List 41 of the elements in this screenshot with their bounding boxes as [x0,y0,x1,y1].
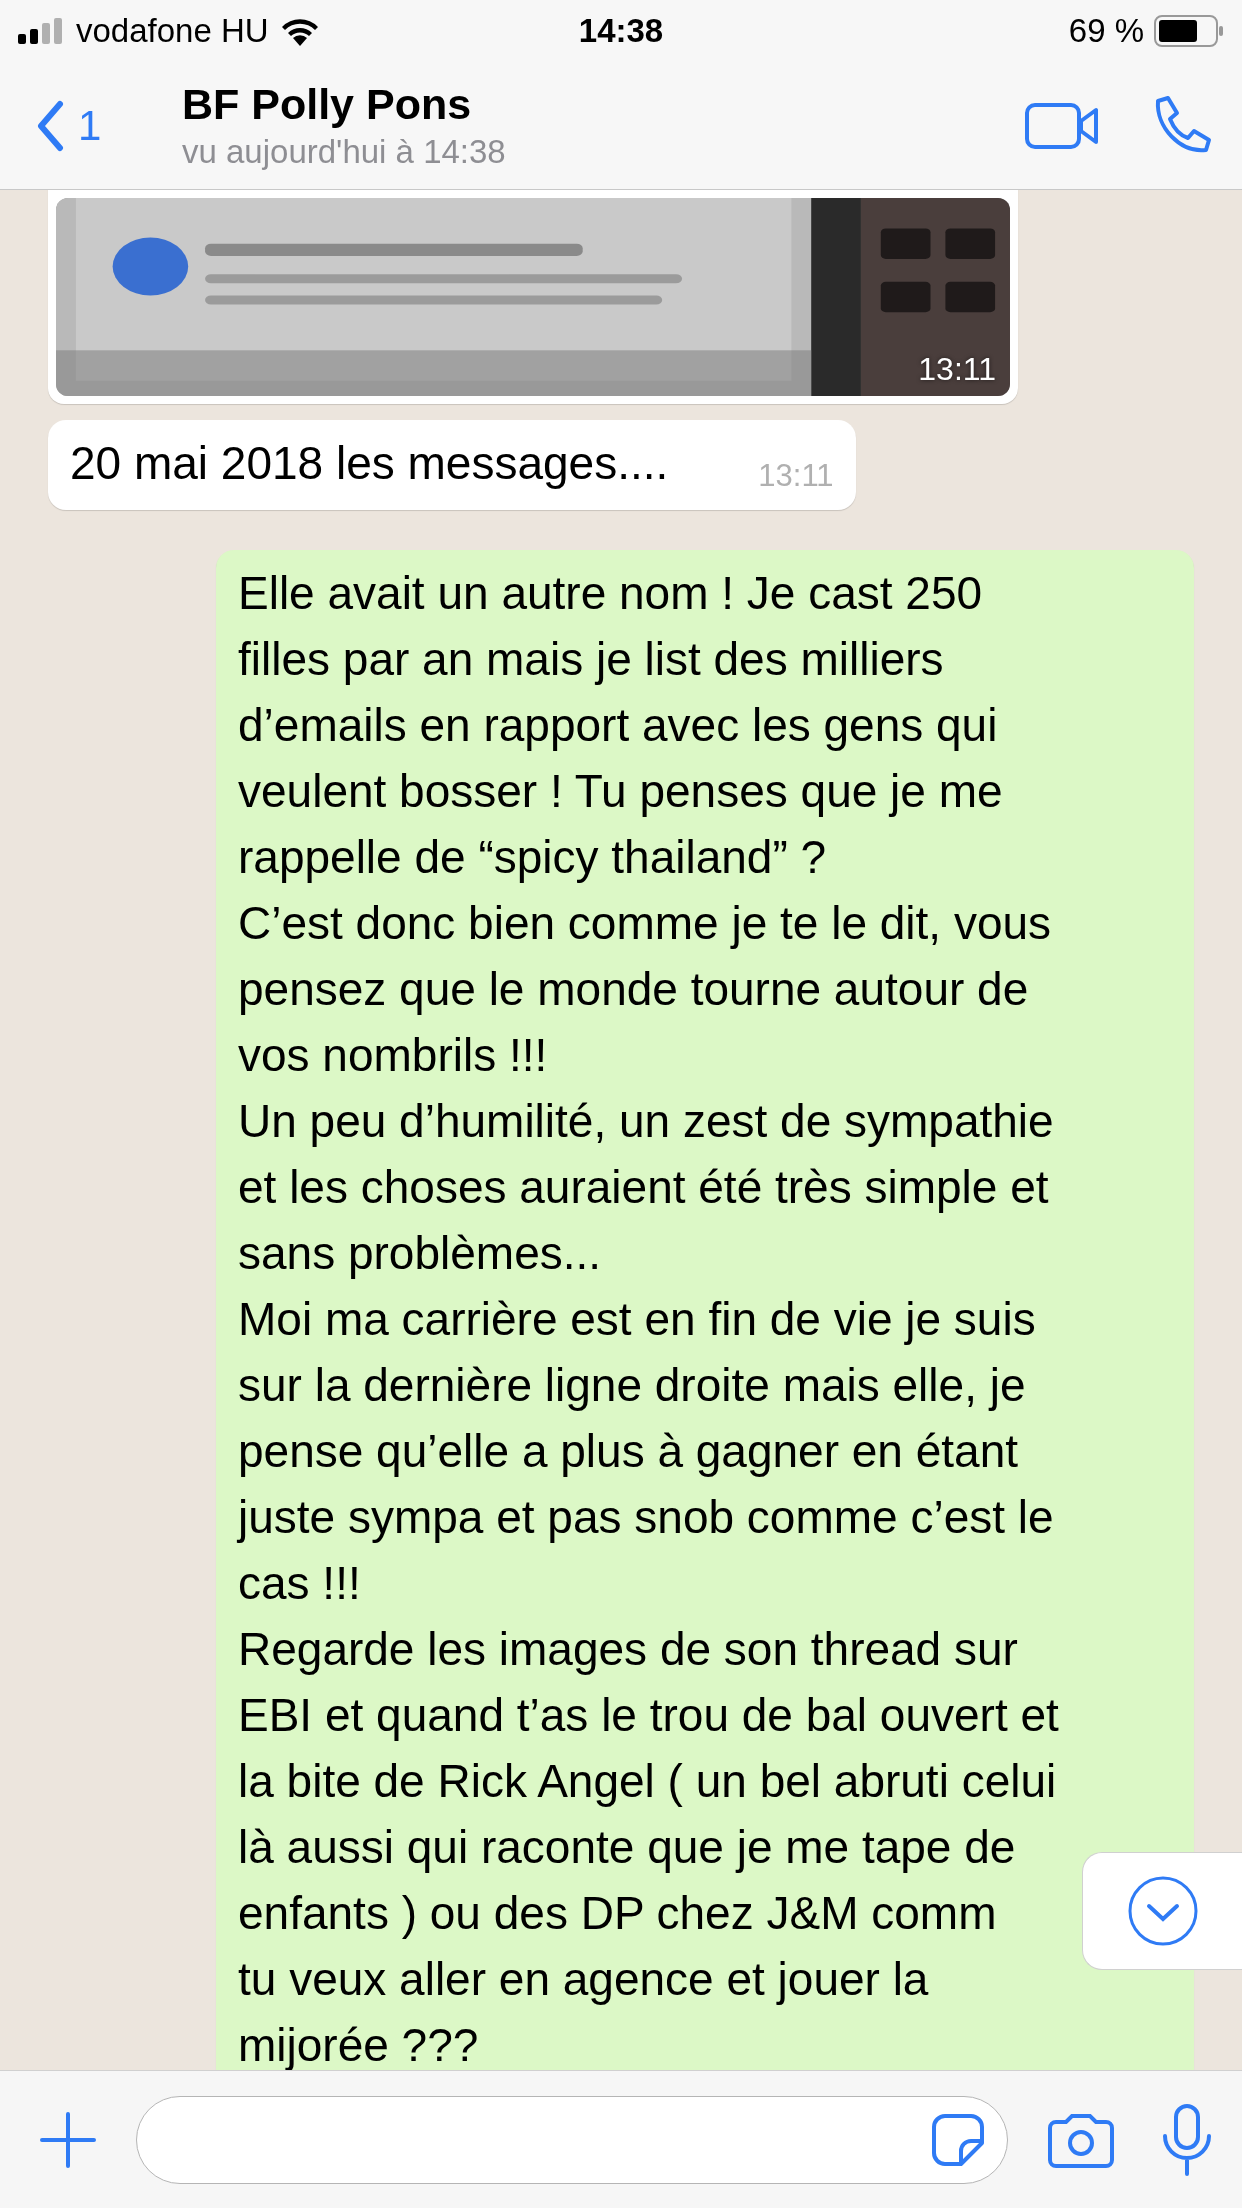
contact-name: BF Polly Pons [182,80,473,129]
message-text: Regarde les images de son thread sur [238,1622,1018,1677]
chevron-down-icon [1126,1875,1199,1947]
message-text: et les choses auraient été très simple et [238,1160,1049,1215]
back-button[interactable]: 1 [36,99,182,152]
message-text: la bite de Rick Angel ( un bel abruti celui [238,1754,1057,1809]
attach-button[interactable] [40,2111,96,2168]
message-text: Moi ma carrière est en fin de vie je suis [238,1292,1036,1347]
battery-percentage: 69 % [1068,12,1144,50]
video-call-button[interactable] [1024,101,1100,150]
message-text: 20 mai 2018 les messages.... [70,436,669,491]
message-text: d’emails en rapport avec les gens qui [238,698,998,753]
message-text: rappelle de “spicy thailand” ? [238,830,827,885]
carrier-name: vodafone HU [76,12,269,50]
message-text: pensez que le monde tourne autour de [238,962,1029,1017]
message-text: filles par an mais je list des milliers [238,632,944,687]
camera-button[interactable] [1048,2111,1114,2168]
message-text: EBI et quand t’as le trou de bal ouvert et [238,1688,1059,1743]
sticker-button[interactable] [931,2112,985,2167]
message-text: Elle avait un autre nom ! Je cast 250 [238,566,983,621]
message-text: enfants ) ou des DP chez J&M comm [238,1886,997,1941]
message-text: vos nombrils !!! [238,1028,548,1083]
message-time: 13:11 [918,351,996,388]
message-text: cas !!! [238,1556,361,1611]
message-text: là aussi qui raconte que je me tape de [238,1820,1016,1875]
message-text: sur la dernière ligne droite mais elle, je [238,1358,1026,1413]
back-chevron-icon [36,99,64,152]
last-seen-status: vu aujourd'hui à 14:38 [182,133,507,171]
message-text: veulent bosser ! Tu penses que je me [238,764,1003,819]
message-text: Un peu d’humilité, un zest de sympathie [238,1094,1054,1149]
message-time: 13:11 [758,457,834,495]
scroll-down-button[interactable] [1082,1852,1242,1970]
message-text: tu veux aller en agence et jouer la [238,1952,929,2007]
message-text: juste sympa et pas snob comme c’est le [238,1490,1054,1545]
image-message-bubble[interactable]: 13:11 [48,190,1018,404]
message-text: pense qu’elle a plus à gagner en étant [238,1424,1019,1479]
message-text: C’est donc bien comme je te le dit, vous [238,896,1052,951]
message-text: sans problèmes... [238,1226,602,1281]
battery-icon [1154,15,1224,47]
clock-time: 14:38 [578,12,664,49]
microphone-button[interactable] [1162,2103,1212,2176]
